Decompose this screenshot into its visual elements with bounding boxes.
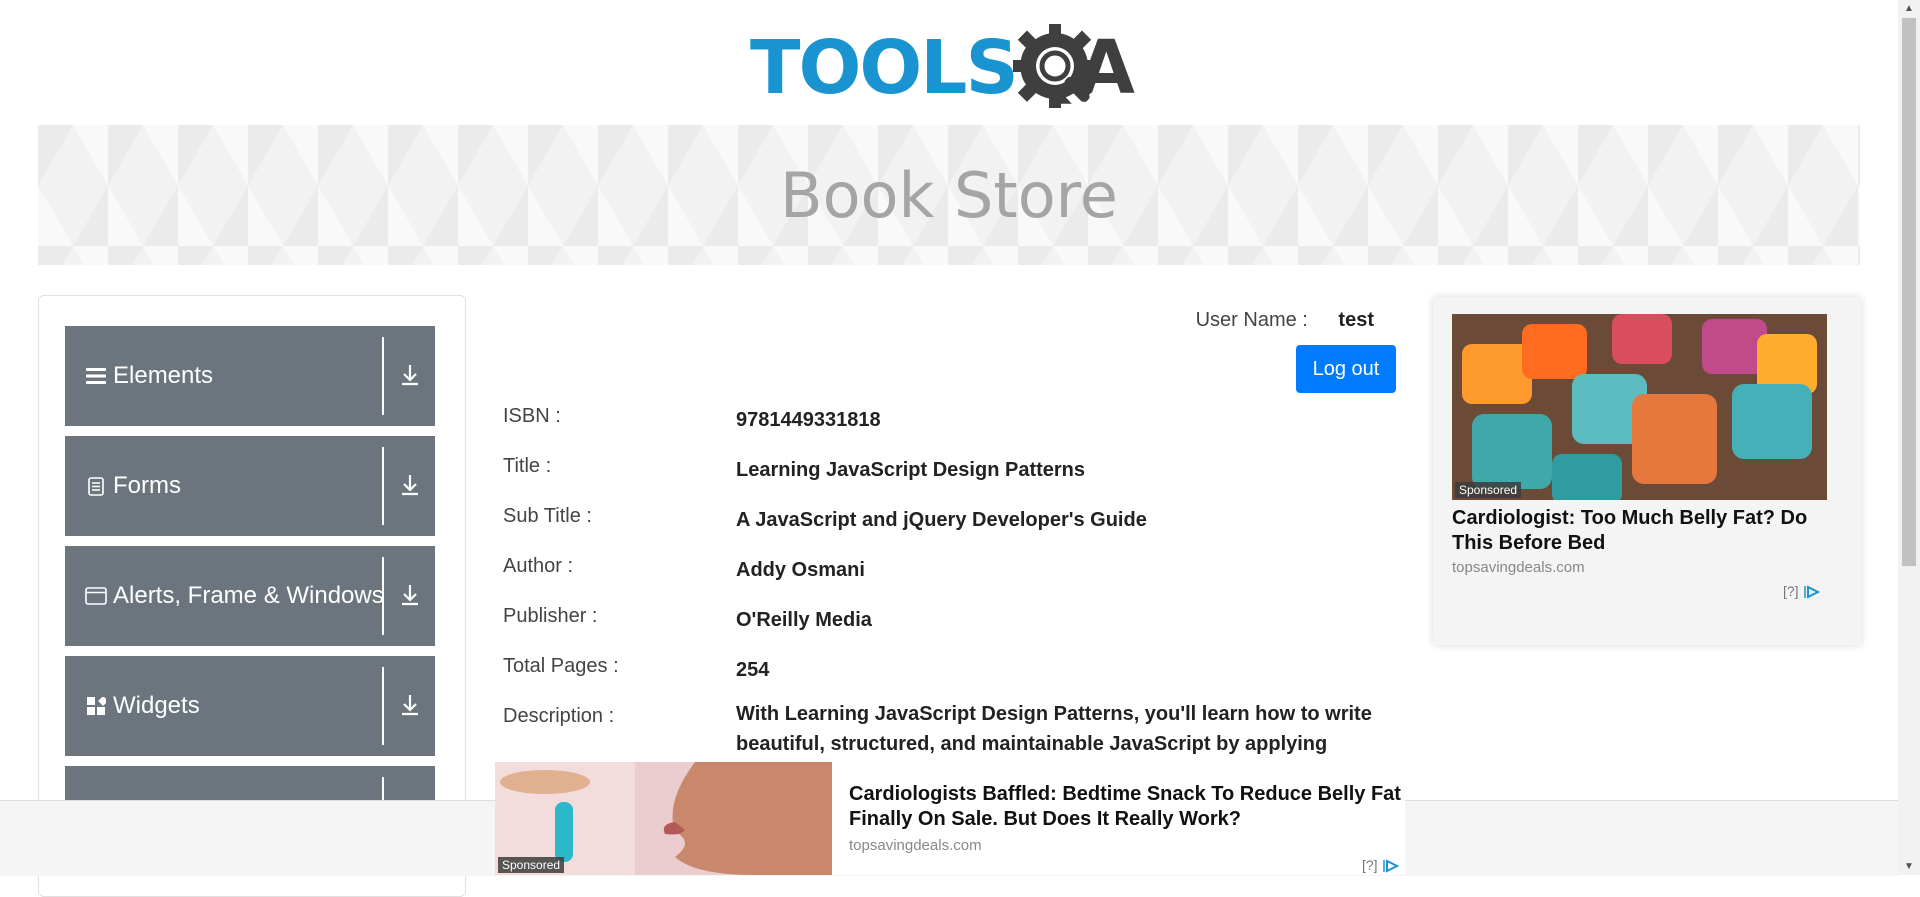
divider xyxy=(382,667,384,745)
adchoices-icon[interactable] xyxy=(1381,859,1400,873)
field-label: Description : xyxy=(503,705,615,727)
username-label: User Name : xyxy=(1195,309,1308,331)
field-value: Learning JavaScript Design Patterns xyxy=(736,459,1086,481)
logout-button[interactable]: Log out xyxy=(1296,345,1396,393)
sidebar-group-alerts[interactable]: Alerts, Frame & Windows xyxy=(65,546,435,646)
page-title: Book Store xyxy=(780,158,1118,232)
document-icon xyxy=(85,475,107,497)
page-banner: Book Store xyxy=(38,125,1860,265)
ad-domain[interactable]: topsavingdeals.com xyxy=(849,837,982,854)
divider xyxy=(382,447,384,525)
scroll-up-arrow-icon[interactable]: ▲ xyxy=(1898,0,1920,17)
download-arrow-icon xyxy=(402,475,418,496)
divider xyxy=(382,337,384,415)
ad-headline[interactable]: Cardiologist: Too Much Belly Fat? Do Thi… xyxy=(1452,506,1842,556)
field-value: Addy Osmani xyxy=(736,559,865,581)
ad-image[interactable]: Sponsored xyxy=(1452,314,1827,500)
download-arrow-icon xyxy=(402,695,418,716)
sidebar-group-widgets[interactable]: Widgets xyxy=(65,656,435,756)
field-label: Author : xyxy=(503,555,574,577)
ad-image[interactable]: Sponsored xyxy=(495,762,832,875)
field-label: Title : xyxy=(503,455,552,477)
field-label: Publisher : xyxy=(503,605,598,627)
ad-info-label[interactable]: [?] xyxy=(1362,857,1378,873)
sidebar-group-label: Widgets xyxy=(113,692,200,719)
sidebar-group-label: Forms xyxy=(113,472,181,499)
window-icon xyxy=(85,585,107,607)
ad-info-label[interactable]: [?] xyxy=(1783,583,1799,599)
sponsored-ad-bottom[interactable]: Sponsored Cardiologists Baffled: Bedtime… xyxy=(495,762,1405,875)
ad-headline[interactable]: Cardiologists Baffled: Bedtime Snack To … xyxy=(849,782,1409,832)
hamburger-icon xyxy=(85,365,107,387)
scroll-down-arrow-icon[interactable]: ▼ xyxy=(1898,858,1920,875)
adchoices-icon[interactable] xyxy=(1802,585,1821,599)
toolsqa-logo[interactable]: TOOLSQA xyxy=(750,18,1155,118)
field-value: 254 xyxy=(736,659,770,681)
ad-info[interactable]: [?] xyxy=(1362,857,1400,873)
download-arrow-icon xyxy=(402,585,418,606)
field-label: Sub Title : xyxy=(503,505,592,527)
scrollbar-thumb[interactable] xyxy=(1902,18,1916,566)
field-label: ISBN : xyxy=(503,405,561,427)
ad-info[interactable]: [?] xyxy=(1783,583,1821,599)
username-value: test xyxy=(1338,309,1374,331)
user-info: User Name : test xyxy=(1196,309,1374,332)
sponsored-ad-right[interactable]: Sponsored Cardiologist: Too Much Belly F… xyxy=(1433,297,1861,645)
field-value: A JavaScript and jQuery Developer's Guid… xyxy=(736,509,1147,531)
sidebar-group-forms[interactable]: Forms xyxy=(65,436,435,536)
download-arrow-icon xyxy=(402,365,418,386)
sponsored-label: Sponsored xyxy=(498,857,565,873)
ad-domain[interactable]: topsavingdeals.com xyxy=(1452,559,1585,576)
sponsored-label: Sponsored xyxy=(1455,482,1522,498)
sidebar-group-elements[interactable]: Elements xyxy=(65,326,435,426)
sidebar-group-label: Elements xyxy=(113,362,214,389)
field-value: O'Reilly Media xyxy=(736,609,872,631)
widgets-icon xyxy=(85,695,107,717)
sidebar-group-label: Alerts, Frame & Windows xyxy=(113,582,384,609)
field-label: Total Pages : xyxy=(503,655,619,677)
field-value: 9781449331818 xyxy=(736,409,881,431)
gear-magnifier-icon xyxy=(1013,24,1097,108)
vertical-scrollbar[interactable]: ▲ ▼ xyxy=(1898,0,1920,875)
divider xyxy=(382,557,384,635)
